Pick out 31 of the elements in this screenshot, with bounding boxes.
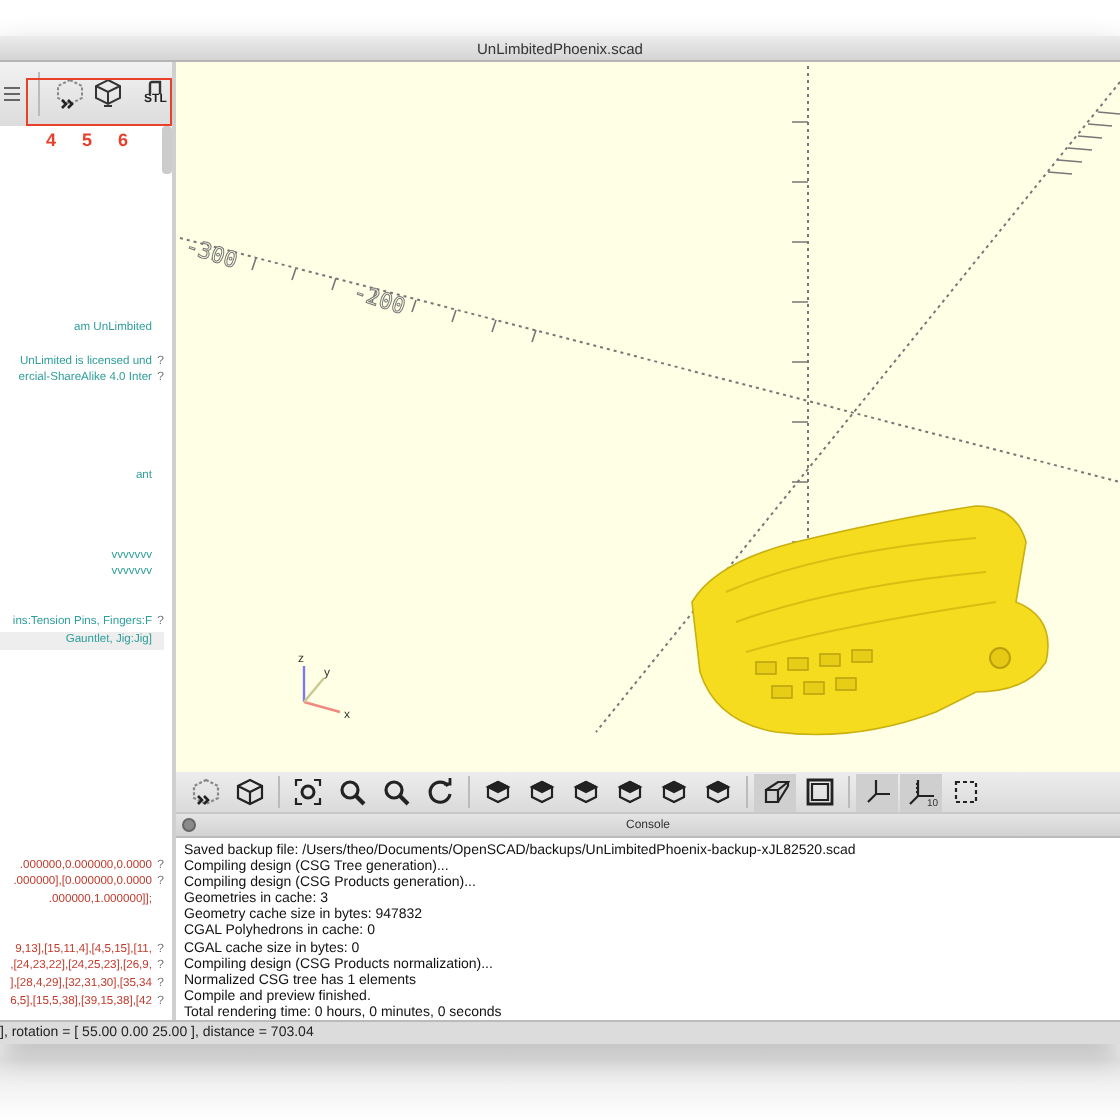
frame-magnifier-icon (293, 778, 321, 806)
callout-number: 5 (82, 128, 93, 154)
magnifier-icon (381, 778, 409, 806)
cube-icon (94, 78, 123, 110)
axis-tick-label: -200 (350, 279, 409, 321)
cube-icon (659, 778, 687, 806)
square-frame-icon (805, 778, 833, 806)
dotted-square-icon (951, 778, 979, 806)
cube-icon (615, 778, 643, 806)
axes-icon (863, 778, 891, 806)
cube-icon (571, 778, 599, 806)
cube-icon (527, 778, 555, 806)
cube-icon (235, 778, 263, 806)
axes-button[interactable] (856, 773, 898, 811)
cube-icon (483, 778, 511, 806)
axis-tick-label: -300 (182, 233, 241, 275)
preview-button[interactable] (55, 74, 86, 114)
circular-arrow-icon (425, 778, 453, 806)
perspective-button[interactable] (754, 773, 796, 811)
magnifier-icon (337, 778, 365, 806)
cube-icon (761, 778, 789, 806)
scrollbar[interactable] (162, 126, 172, 174)
ruler-axes-icon (907, 778, 935, 806)
close-button[interactable] (182, 818, 196, 832)
export-icon (147, 80, 164, 94)
callout-number: 4 (46, 128, 57, 154)
preview-icon (56, 78, 85, 110)
menu-icon (3, 86, 20, 102)
preview-icon (191, 778, 219, 806)
callout-number: 6 (118, 128, 129, 154)
cube-icon (703, 778, 731, 806)
